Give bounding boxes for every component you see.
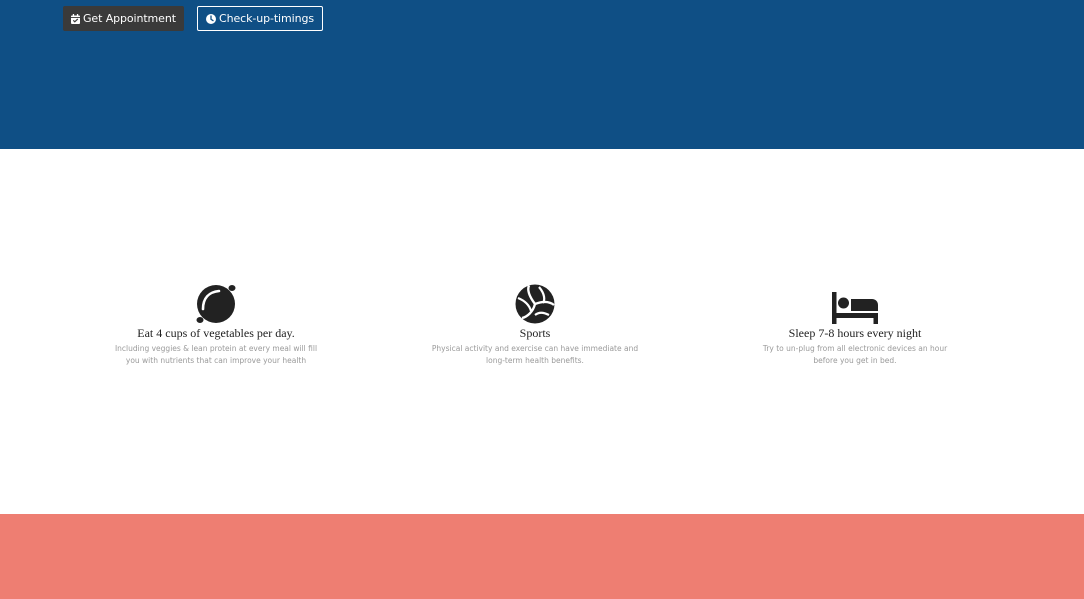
check-up-timings-label: Check-up-timings [219, 12, 314, 25]
feature-title: Eat 4 cups of vegetables per day. [137, 326, 295, 340]
feature-description: Physical activity and exercise can have … [431, 344, 639, 365]
feature-sports: Sports Physical activity and exercise ca… [420, 284, 650, 367]
feature-description: Try to un-plug from all electronic devic… [762, 344, 948, 365]
feature-vegetables: Eat 4 cups of vegetables per day. Includ… [101, 284, 331, 367]
clock-icon [206, 13, 216, 24]
get-appointment-label: Get Appointment [83, 12, 176, 25]
bed-icon [740, 284, 970, 324]
health-tips-section: Eat 4 cups of vegetables per day. Includ… [0, 149, 1084, 514]
check-up-timings-button[interactable]: Check-up-timings [197, 6, 323, 31]
footer-band [0, 514, 1084, 599]
volleyball-icon [420, 284, 650, 324]
feature-title: Sleep 7-8 hours every night [788, 326, 922, 340]
feature-description: Including veggies & lean protein at ever… [114, 344, 318, 365]
feature-title: Sports [519, 326, 551, 340]
get-appointment-button[interactable]: Get Appointment [63, 6, 184, 31]
hero-banner: Get Appointment Check-up-timings [0, 0, 1084, 149]
lemon-icon [101, 284, 331, 324]
feature-sleep: Sleep 7-8 hours every night Try to un-pl… [740, 284, 970, 367]
calendar-check-icon [71, 13, 80, 24]
